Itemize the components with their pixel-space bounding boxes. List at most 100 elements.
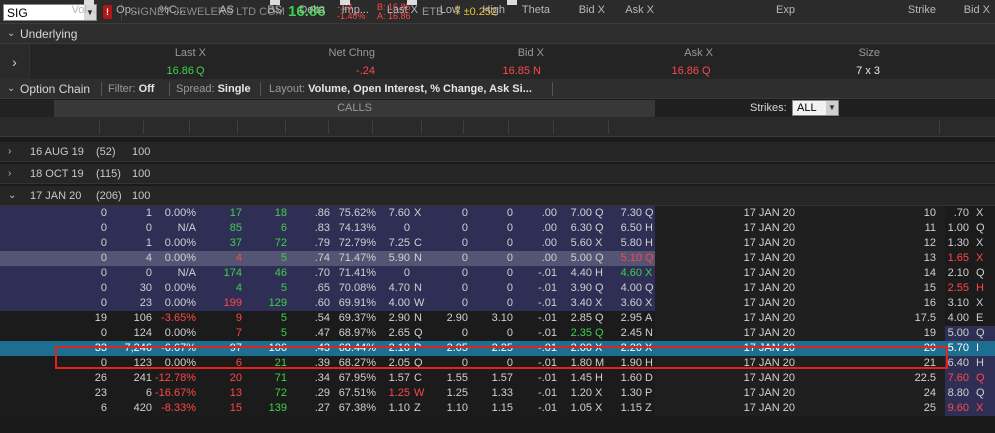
filter-label: Filter: <box>108 83 136 95</box>
col-high[interactable]: High <box>464 4 505 16</box>
chevron-down-icon[interactable]: ▼ <box>826 101 838 115</box>
col-low[interactable]: Low <box>422 4 460 16</box>
cell-ax-exchange: X <box>645 342 653 354</box>
cell-bid: 1.05 <box>570 402 592 414</box>
chevron-right-icon[interactable]: › <box>8 164 11 184</box>
col-strike[interactable]: Strike <box>880 4 936 16</box>
divider <box>260 82 261 96</box>
cell-ask: 5.10 <box>620 252 642 264</box>
col-exp[interactable]: Exp <box>700 4 795 16</box>
cell-pct: N/A <box>177 222 196 234</box>
cell-as: 7 <box>235 327 242 339</box>
cell-bx-exchange: H <box>595 372 603 384</box>
cell-low: 0 <box>461 252 468 264</box>
cell-as: 9 <box>235 312 242 324</box>
col-delta[interactable]: Delta <box>286 4 325 16</box>
cell-strike: 13 <box>923 252 936 264</box>
cell-lx-exchange: N <box>414 252 422 264</box>
cell-pct: -6.67% <box>161 342 196 354</box>
cell-strike: 11 <box>924 222 936 234</box>
cell-lx-exchange: N <box>414 312 422 324</box>
filter-dropdown[interactable]: Filter: Off <box>108 79 154 99</box>
cell-last: 7.60 <box>388 207 410 219</box>
table-row[interactable]: 0 123 0.00% 6 21 .39 68.27% 2.05 0 0 -.01 1.80 1.90 1… <box>0 356 995 371</box>
table-row[interactable]: 0 1 0.00% 37 72 .79 72.79% 7.25 0 0 .00 5.60 5.80 17 … <box>0 236 995 251</box>
cell-ask: 4.00 <box>620 282 642 294</box>
table-row[interactable]: 26 241 -12.78% 20 71 .34 67.95% 1.57 1.55 1.57 -.0… <box>0 371 995 386</box>
col-ask[interactable]: Ask X <box>608 4 654 16</box>
table-row[interactable]: 6 420 -8.33% 15 139 .27 67.38% 1.10 1.10 1.15 -.01… <box>0 401 995 416</box>
cell-vol: 6 <box>100 402 107 414</box>
col-ask-size[interactable]: AS <box>190 4 234 16</box>
cell-vol: 0 <box>100 297 107 309</box>
col-theta[interactable]: Theta <box>508 4 550 16</box>
expiration-row[interactable]: › 16 AUG 19 (52) 100 <box>0 142 995 162</box>
expiration-label: 17 JAN 20 <box>30 190 82 202</box>
table-row[interactable]: 0 23 0.00% 199 129 .60 69.91% 4.00 0 0 -.01 3.40 3.6… <box>0 296 995 311</box>
cell-last: 5.90 <box>388 252 410 264</box>
cell-imp: 71.41% <box>338 267 376 279</box>
cell-exp: 17 JAN 20 <box>743 357 795 369</box>
table-row[interactable]: 0 0 N/A 85 6 .83 74.13% 0 0 0 .00 6.30 6.50 17 JAN 20… <box>0 221 995 236</box>
cell-as: 4 <box>235 252 242 264</box>
column-divider <box>553 120 554 134</box>
cell-low: 1.10 <box>446 402 468 414</box>
cell-vol: 19 <box>94 312 107 324</box>
table-row[interactable]: 23 6 -16.67% 13 72 .29 67.51% 1.25 1.25 1.33 -.01 1… <box>0 386 995 401</box>
und-last: 16.86 <box>166 65 194 77</box>
cell-ax-exchange: Q <box>645 282 654 294</box>
cell-imp: 70.08% <box>338 282 376 294</box>
table-row[interactable]: 19 106 -3.65% 9 5 .54 69.37% 2.90 2.90 3.10 -.01 2.… <box>0 311 995 326</box>
table-row[interactable]: 0 124 0.00% 7 5 .47 68.97% 2.65 0 0 -.01 2.35 2.45 17… <box>0 326 995 341</box>
table-row[interactable]: 0 0 N/A 174 46 .70 71.41% 0 0 0 -.01 4.40 4.60 17 JAN… <box>0 266 995 281</box>
table-row[interactable]: 0 4 0.00% 4 5 .74 71.47% 5.90 0 0 .00 5.00 5.10 17 JA… <box>0 251 995 266</box>
spread-dropdown[interactable]: Spread: Single <box>176 79 251 99</box>
cell-exp: 17 JAN 20 <box>743 312 795 324</box>
cell-strike: 20 <box>923 342 936 354</box>
cell-strike: 17.5 <box>914 312 936 324</box>
cell-strike: 15 <box>923 282 936 294</box>
cell-high: 0 <box>506 297 513 309</box>
chevron-right-icon[interactable]: › <box>8 142 11 162</box>
chevron-right-icon[interactable]: › <box>0 44 30 80</box>
cell-ax-exchange: N <box>645 327 653 339</box>
cell-strike: 14 <box>923 267 936 279</box>
cell-pbid: 1.00 <box>947 222 969 234</box>
expiration-row[interactable]: › 18 OCT 19 (115) 100 <box>0 164 995 184</box>
spread-label: Spread: <box>176 83 215 95</box>
cell-pbx-exchange: E <box>976 312 984 324</box>
cell-exp: 17 JAN 20 <box>743 252 795 264</box>
cell-lx-exchange: W <box>414 387 425 399</box>
col-bid[interactable]: Bid X <box>555 4 605 16</box>
strikes-select[interactable]: ALL ▼ <box>792 100 839 116</box>
cell-oi: 23 <box>139 297 152 309</box>
chevron-down-icon[interactable]: ⌄ <box>7 24 15 44</box>
cell-pbid: 1.30 <box>947 237 969 249</box>
col-last[interactable]: Last X <box>375 4 418 16</box>
col-open-interest[interactable]: Op... <box>98 4 140 16</box>
layout-dropdown[interactable]: Layout: Volume, Open Interest, % Change,… <box>269 79 532 99</box>
col-implied-vol[interactable]: Imp... <box>327 4 369 16</box>
col-bid-size[interactable]: BS <box>238 4 282 16</box>
expiration-label: 18 OCT 19 <box>30 168 84 180</box>
option-chain-title[interactable]: Option Chain <box>20 79 90 99</box>
cell-oi: 1 <box>145 237 152 249</box>
col-volume[interactable]: Vol... <box>54 4 96 16</box>
table-row[interactable]: 33 7,246 -6.67% 97 106 .43 68.44% 2.10 2.05 2.25 -… <box>0 341 995 356</box>
expiration-row[interactable]: ⌄ 17 JAN 20 (206) 100 <box>0 186 995 206</box>
cell-pbx-exchange: Q <box>976 267 985 279</box>
table-row[interactable]: 0 30 0.00% 4 5 .65 70.08% 4.70 0 0 -.01 3.90 4.00 17 … <box>0 281 995 296</box>
col-pct-change[interactable]: %C... <box>142 4 186 16</box>
cell-bid: 2.35 <box>570 327 592 339</box>
cell-lx-exchange: Q <box>414 357 423 369</box>
cell-last: 0 <box>403 267 410 279</box>
calls-spacer <box>0 100 54 117</box>
cell-last: 4.70 <box>388 282 410 294</box>
cell-delta: .54 <box>314 312 330 324</box>
chevron-down-icon[interactable]: ⌄ <box>8 186 16 206</box>
underlying-header[interactable]: ⌄ Underlying <box>0 24 995 44</box>
chevron-down-icon[interactable]: ⌄ <box>7 79 15 99</box>
col-put-bid[interactable]: Bid X <box>945 4 990 16</box>
und-ask: 16.86 <box>671 65 699 77</box>
table-row[interactable]: 0 1 0.00% 17 18 .86 75.62% 7.60 0 0 .00 7.00 7.30 17 … <box>0 206 995 221</box>
